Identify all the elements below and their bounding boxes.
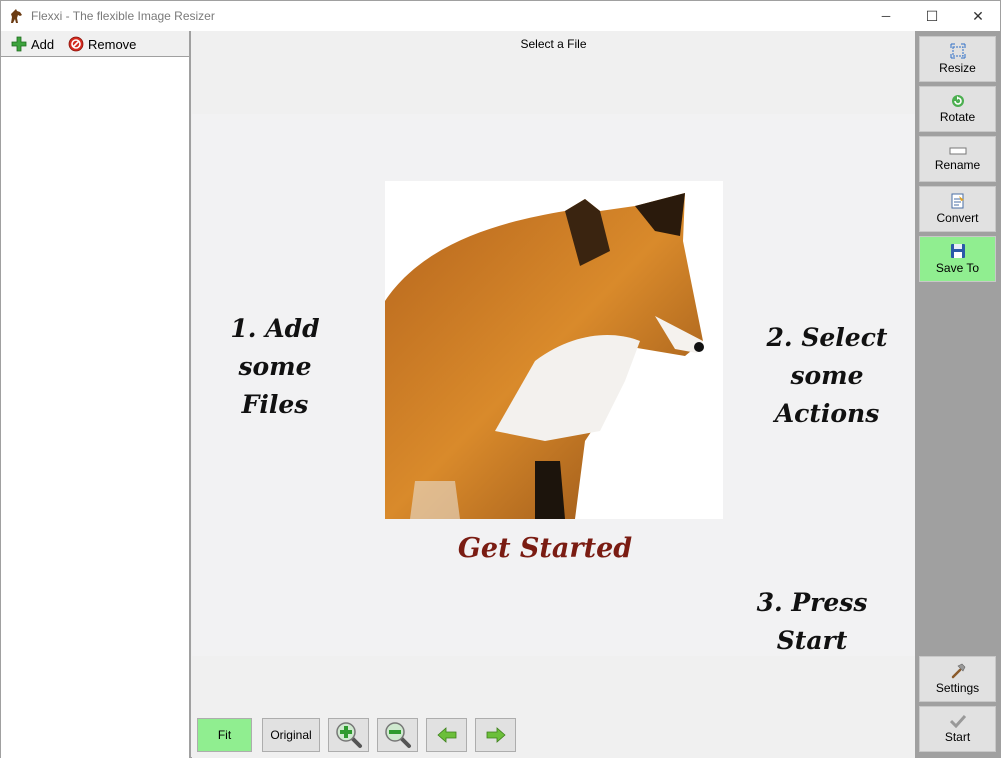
step-1-text: 1. Add some Files <box>210 310 340 424</box>
fit-button[interactable]: Fit <box>197 718 252 752</box>
convert-label: Convert <box>936 211 979 225</box>
rotate-label: Rotate <box>939 110 976 124</box>
arrow-left-icon <box>436 727 456 743</box>
add-files-button[interactable]: Add <box>11 34 54 54</box>
save-to-button[interactable]: Save To <box>919 236 996 282</box>
save-to-label: Save To <box>935 261 980 275</box>
add-label: Add <box>31 36 55 52</box>
minimize-icon: ─ <box>881 9 891 23</box>
file-toolbar: Add Remove <box>1 31 189 57</box>
image-preview: 1. Add some Files 2. Select some Actions… <box>192 114 915 656</box>
get-started-text: Get Started <box>457 533 633 564</box>
window-title: Flexxi - The flexible Image Resizer <box>31 9 215 23</box>
arrow-right-icon <box>486 727 506 743</box>
file-list[interactable] <box>2 57 188 755</box>
convert-icon <box>951 193 964 209</box>
step-2-text: 2. Select some Actions <box>747 319 907 433</box>
step-1-line-2: some Files <box>238 352 312 419</box>
close-button[interactable]: ✕ <box>955 1 1001 31</box>
title-bar: Flexxi - The flexible Image Resizer ─ ☐ … <box>1 1 1000 31</box>
zoom-out-button[interactable] <box>377 718 418 752</box>
settings-label: Settings <box>935 681 980 695</box>
step-2-line-1: 2. Select <box>766 323 888 352</box>
settings-button[interactable]: Settings <box>919 656 996 702</box>
floppy-disk-icon <box>950 244 965 258</box>
fox-image <box>385 181 723 519</box>
horse-app-icon <box>11 9 22 23</box>
resize-icon <box>950 43 965 59</box>
zoom-in-button[interactable] <box>328 718 369 752</box>
actions-panel: Resize Rotate Rename Convert Save To Set… <box>915 31 1001 758</box>
rename-label: Rename <box>934 158 981 172</box>
remove-icon <box>68 36 84 52</box>
close-icon: ✕ <box>972 7 984 24</box>
step-1-line-1: 1. Add <box>230 314 320 343</box>
step-2-line-2: some Actions <box>774 361 880 428</box>
rename-button[interactable]: Rename <box>919 136 996 182</box>
start-button[interactable]: Start <box>919 706 996 752</box>
checkmark-icon <box>949 714 966 728</box>
start-label: Start <box>944 730 971 744</box>
zoom-in-icon <box>335 722 362 748</box>
resize-label: Resize <box>939 61 976 75</box>
hammer-icon <box>951 663 965 679</box>
rotate-button[interactable]: Rotate <box>919 86 996 132</box>
step-3-text: 3. Press Start <box>756 588 868 655</box>
remove-files-button[interactable]: Remove <box>68 34 136 54</box>
rename-icon <box>949 147 966 155</box>
resize-button[interactable]: Resize <box>919 36 996 82</box>
selected-file-label: Select a File <box>520 37 587 51</box>
remove-label: Remove <box>88 36 137 52</box>
plus-icon <box>11 36 27 52</box>
view-toolbar: Fit Original <box>192 711 915 758</box>
next-image-button[interactable] <box>475 718 516 752</box>
maximize-icon: ☐ <box>925 7 939 24</box>
preview-area: Select a File 1. Add some Files 2. Selec… <box>192 31 915 758</box>
app-window: Flexxi - The flexible Image Resizer ─ ☐ … <box>0 0 1001 758</box>
minimize-button[interactable]: ─ <box>863 1 909 31</box>
file-panel: Add Remove <box>1 31 191 758</box>
convert-button[interactable]: Convert <box>919 186 996 232</box>
maximize-button[interactable]: ☐ <box>909 1 955 31</box>
zoom-out-icon <box>384 722 411 748</box>
previous-image-button[interactable] <box>426 718 467 752</box>
original-size-button[interactable]: Original <box>262 718 320 752</box>
rotate-icon <box>951 95 964 107</box>
